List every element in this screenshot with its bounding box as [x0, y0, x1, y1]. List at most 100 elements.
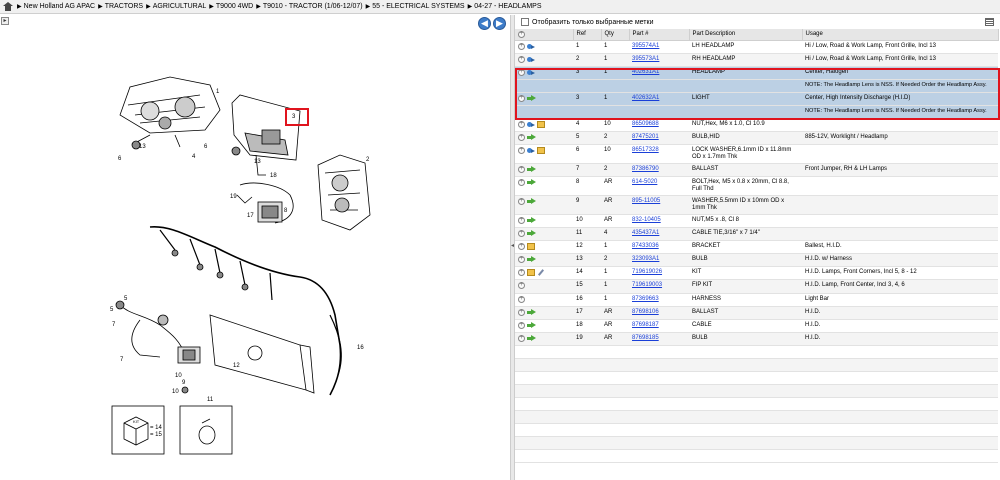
- part-number-cell-value[interactable]: 895-11005: [632, 198, 660, 204]
- breadcrumb-item[interactable]: AGRICULTURAL: [153, 3, 207, 10]
- go-arrow-icon[interactable]: [527, 198, 536, 205]
- callout-18[interactable]: 18: [270, 173, 277, 179]
- add-to-cart-icon[interactable]: +: [518, 179, 525, 187]
- table-row[interactable]: +8 AR 614-5020 BOLT,Hex, M5 x 0.8 x 20mm, C…: [515, 176, 998, 197]
- callout-8[interactable]: 8: [284, 208, 288, 214]
- part-number-cell-value[interactable]: 87698185: [632, 335, 659, 341]
- table-row[interactable]: +3 1 402631A1 HEADLAMP Center, Halogen: [515, 66, 998, 80]
- home-icon[interactable]: [3, 2, 13, 11]
- callout-11[interactable]: 11: [207, 397, 214, 403]
- callout-19[interactable]: 19: [230, 194, 237, 200]
- callout-9[interactable]: 9: [182, 380, 186, 386]
- table-row[interactable]: +2 1 395573A1 RH HEADLAMP Hi / Low, Road & W…: [515, 53, 998, 67]
- table-row[interactable]: +1 1 395574A1 LH HEADLAMP Hi / Low, Road & W…: [515, 40, 998, 54]
- go-arrow-icon[interactable]: [527, 94, 536, 102]
- part-number-cell-value[interactable]: 87475201: [632, 134, 659, 140]
- next-diagram-button[interactable]: ▶: [493, 17, 506, 30]
- go-arrow-icon[interactable]: [527, 133, 536, 141]
- table-row[interactable]: +4 10 86509688 NUT,Hex, M6 x 1.0, Cl 10.9: [515, 118, 998, 132]
- callout-13b[interactable]: 13: [254, 159, 261, 165]
- col-header-qty[interactable]: Qty: [601, 29, 630, 41]
- part-number-cell-value[interactable]: 86509688: [632, 121, 659, 127]
- part-number-cell-value[interactable]: 395574A1: [632, 43, 659, 49]
- add-to-cart-icon[interactable]: +: [518, 308, 525, 316]
- part-number-cell-value[interactable]: 719619003: [632, 282, 662, 288]
- callout-7b[interactable]: 7: [112, 322, 116, 328]
- info-arrow-icon[interactable]: [527, 69, 535, 76]
- add-to-cart-icon[interactable]: +: [518, 321, 525, 329]
- callout-7[interactable]: 7: [120, 357, 124, 363]
- go-arrow-icon[interactable]: [527, 334, 536, 342]
- go-arrow-icon[interactable]: [527, 165, 536, 173]
- add-to-cart-icon[interactable]: +: [518, 120, 525, 128]
- breadcrumb-item[interactable]: T9000 4WD: [216, 3, 253, 10]
- callout-5b[interactable]: 5: [110, 307, 114, 313]
- info-arrow-icon[interactable]: [527, 56, 535, 63]
- callout-10[interactable]: 10: [172, 389, 179, 395]
- callout-12[interactable]: 12: [233, 363, 240, 369]
- add-to-cart-icon[interactable]: +: [518, 217, 525, 225]
- callout-10b[interactable]: 10: [175, 373, 182, 379]
- part-number-cell-value[interactable]: 87386790: [632, 166, 659, 172]
- table-row[interactable]: +5 2 87475201 BULB,HID 885-12V, Worklight / …: [515, 131, 998, 145]
- add-to-cart-icon[interactable]: +: [518, 133, 525, 141]
- col-header-ref[interactable]: Ref: [573, 29, 602, 41]
- callout-1[interactable]: 1: [216, 89, 220, 95]
- add-to-cart-icon[interactable]: +: [518, 282, 525, 290]
- add-to-cart-icon[interactable]: +: [518, 243, 525, 251]
- callout-6b[interactable]: 6: [118, 156, 122, 162]
- show-selected-only-checkbox[interactable]: [521, 18, 529, 26]
- part-number-cell-value[interactable]: 87433036: [632, 243, 659, 249]
- add-to-cart-icon[interactable]: +: [518, 198, 525, 206]
- collapse-panel-button[interactable]: ▸: [1, 17, 9, 25]
- add-to-cart-icon[interactable]: +: [518, 55, 525, 63]
- callout-5[interactable]: 5: [124, 296, 128, 302]
- add-to-cart-icon[interactable]: +: [518, 230, 525, 238]
- callout-13[interactable]: 13: [139, 144, 146, 150]
- callout-2[interactable]: 2: [366, 157, 370, 163]
- go-arrow-icon[interactable]: [527, 217, 536, 224]
- add-to-cart-icon[interactable]: +: [518, 42, 525, 50]
- callout-4[interactable]: 4: [192, 154, 196, 160]
- part-number-cell-value[interactable]: 402632A1: [632, 95, 659, 101]
- go-arrow-icon[interactable]: [527, 321, 536, 329]
- splitter-grip-icon[interactable]: ◂: [511, 241, 514, 251]
- part-number-cell-value[interactable]: 87369663: [632, 296, 659, 302]
- callout-14[interactable]: = 14: [150, 425, 163, 431]
- col-header-part[interactable]: Part #: [629, 29, 690, 41]
- add-to-cart-icon[interactable]: +: [518, 334, 525, 342]
- table-row[interactable]: +18 AR 87698187 CABLE H.I.D.: [515, 319, 998, 333]
- add-to-cart-icon[interactable]: +: [518, 68, 525, 76]
- table-row[interactable]: +16 1 87369663 HARNESS Light Bar: [515, 293, 998, 307]
- callout-15[interactable]: = 15: [150, 432, 163, 438]
- go-arrow-icon[interactable]: [527, 256, 536, 263]
- part-number-cell-value[interactable]: 614-5020: [632, 179, 657, 185]
- table-row[interactable]: +3 1 402632A1 LIGHT Center, High Intensity D…: [515, 92, 998, 106]
- callout-16[interactable]: 16: [357, 345, 364, 351]
- part-number-cell-value[interactable]: 86517328: [632, 147, 659, 153]
- table-row[interactable]: +17 AR 87698106 BALLAST H.I.D.: [515, 306, 998, 320]
- part-number-cell-value[interactable]: 87698187: [632, 322, 659, 328]
- part-number-cell-value[interactable]: 435437A1: [632, 230, 659, 236]
- part-number-cell-value[interactable]: 402631A1: [632, 69, 659, 75]
- table-row[interactable]: +10 AR 832-10405 NUT,M5 x .8, Cl 8: [515, 214, 998, 229]
- info-arrow-icon[interactable]: [527, 121, 535, 128]
- breadcrumb-item[interactable]: TRACTORS: [105, 3, 143, 10]
- breadcrumb-item[interactable]: T9010 - TRACTOR (1/06-12/07): [263, 3, 363, 10]
- add-to-cart-icon[interactable]: +: [518, 146, 525, 154]
- col-header-description[interactable]: Part Description: [689, 29, 803, 41]
- part-number-cell-value[interactable]: 323093A1: [632, 256, 659, 262]
- table-row[interactable]: +12 1 87433036 BRACKET Ballest, H.I.D.: [515, 240, 998, 255]
- part-number-cell-value[interactable]: 395573A1: [632, 56, 659, 62]
- go-arrow-icon[interactable]: [527, 230, 536, 237]
- previous-diagram-button[interactable]: ◀: [478, 17, 491, 30]
- info-arrow-icon[interactable]: [527, 147, 535, 154]
- go-arrow-icon[interactable]: [527, 179, 536, 186]
- part-number-cell-value[interactable]: 719619026: [632, 269, 662, 275]
- add-to-cart-icon[interactable]: +: [518, 94, 525, 102]
- go-arrow-icon[interactable]: [527, 308, 536, 316]
- callout-17[interactable]: 17: [247, 213, 254, 219]
- part-number-cell-value[interactable]: 87698106: [632, 309, 659, 315]
- expand-all-icon[interactable]: +: [518, 30, 525, 38]
- info-arrow-icon[interactable]: [527, 43, 535, 50]
